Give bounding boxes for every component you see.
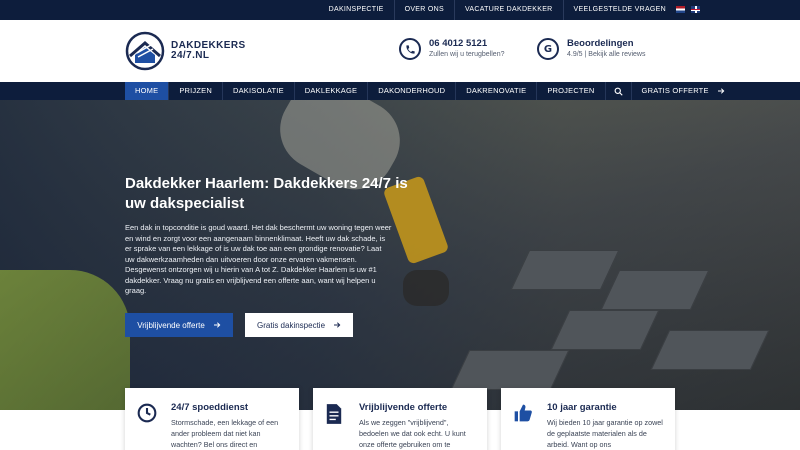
- thumbs-up-icon: [513, 403, 535, 450]
- nav-item-dakrenovatie[interactable]: DAKRENOVATIE: [456, 82, 538, 100]
- topbar-link-dakinspectie[interactable]: DAKINSPECTIE: [319, 0, 394, 20]
- search-icon: [614, 87, 623, 96]
- topbar-link-faq[interactable]: VEELGESTELDE VRAGEN: [562, 0, 676, 20]
- phone-number[interactable]: 06 4012 5121: [429, 38, 505, 49]
- nav-item-dakonderhoud[interactable]: DAKONDERHOUD: [368, 82, 457, 100]
- hero-description: Een dak in topconditie is goud waard. He…: [125, 223, 392, 295]
- card-body: 10 jaar garantie Wij bieden 10 jaar gara…: [547, 402, 663, 450]
- site-logo[interactable]: DAKDEKKERS 24/7.NL: [125, 31, 246, 71]
- roof-shingle: [510, 250, 620, 290]
- arrow-right-icon: [717, 88, 725, 94]
- roof-shingle: [600, 270, 710, 310]
- nav-cta-label: GRATIS OFFERTE: [641, 86, 709, 95]
- reviews-text: Beoordelingen 4.9/5 | Bekijk alle review…: [567, 38, 645, 60]
- arrow-right-icon: [334, 322, 341, 328]
- phone-icon: [399, 38, 421, 60]
- card-body: Vrijblijvende offerte Als we zeggen "vri…: [359, 402, 475, 450]
- nl-flag-icon[interactable]: [676, 6, 685, 13]
- gratis-dakinspectie-button[interactable]: Gratis dakinspectie: [245, 313, 353, 337]
- card-text: Wij bieden 10 jaar garantie op zowel de …: [547, 418, 663, 449]
- main-nav: HOME PRIJZEN DAKISOLATIE DAKLEKKAGE DAKO…: [0, 82, 800, 100]
- topbar-link-vacature[interactable]: VACATURE DAKDEKKER: [453, 0, 563, 20]
- arrow-right-icon: [213, 322, 221, 328]
- logo-line-2: 24/7.NL: [171, 50, 210, 61]
- nav-items: HOME PRIJZEN DAKISOLATIE DAKLEKKAGE DAKO…: [125, 82, 735, 100]
- card-title: Vrijblijvende offerte: [359, 402, 448, 413]
- card-text: Stormschade, een lekkage of een ander pr…: [171, 418, 279, 449]
- document-icon: [325, 403, 347, 450]
- reviews-contact[interactable]: G Beoordelingen 4.9/5 | Bekijk alle revi…: [537, 38, 645, 60]
- topbar-link-over-ons[interactable]: OVER ONS: [393, 0, 454, 20]
- google-icon: G: [537, 38, 559, 60]
- clock-icon: [137, 403, 159, 450]
- site-header: DAKDEKKERS 24/7.NL 06 4012 5121 Zullen w…: [0, 20, 800, 82]
- feature-card-spoeddienst: 24/7 spoeddienst Stormschade, een lekkag…: [125, 388, 299, 450]
- hero-title: Dakdekker Haarlem: Dakdekkers 24/7 is uw…: [125, 174, 425, 214]
- en-flag-icon[interactable]: [691, 6, 700, 13]
- hero-title-bold: Dakdekker Haarlem:: [125, 175, 270, 192]
- roof-shingle: [450, 350, 570, 390]
- nav-item-dakisolatie[interactable]: DAKISOLATIE: [223, 82, 295, 100]
- reviews-title: Beoordelingen: [567, 38, 634, 49]
- card-text: Als we zeggen "vrijblijvend", bedoelen w…: [359, 418, 466, 449]
- card-title: 24/7 spoeddienst: [171, 402, 249, 413]
- roof-shingle: [650, 330, 770, 370]
- phone-contact[interactable]: 06 4012 5121 Zullen wij u terugbellen?: [399, 38, 505, 60]
- nav-item-projecten[interactable]: PROJECTEN: [537, 82, 606, 100]
- card-title: 10 jaar garantie: [547, 402, 617, 413]
- phone-text: 06 4012 5121 Zullen wij u terugbellen?: [429, 38, 505, 60]
- nav-cta-gratis-offerte[interactable]: GRATIS OFFERTE: [632, 82, 735, 100]
- feature-card-garantie: 10 jaar garantie Wij bieden 10 jaar gara…: [501, 388, 675, 450]
- btn-secondary-label: Gratis dakinspectie: [256, 320, 326, 330]
- card-body: 24/7 spoeddienst Stormschade, een lekkag…: [171, 402, 287, 450]
- nail-gun-magazine: [403, 270, 449, 306]
- vrijblijvende-offerte-button[interactable]: Vrijblijvende offerte: [125, 313, 233, 337]
- feature-cards: 24/7 spoeddienst Stormschade, een lekkag…: [0, 388, 800, 450]
- top-links: DAKINSPECTIE OVER ONS VACATURE DAKDEKKER…: [319, 0, 676, 20]
- nav-item-home[interactable]: HOME: [125, 82, 170, 100]
- top-utility-bar: DAKINSPECTIE OVER ONS VACATURE DAKDEKKER…: [0, 0, 800, 20]
- feature-card-offerte: Vrijblijvende offerte Als we zeggen "vri…: [313, 388, 487, 450]
- nav-search-button[interactable]: [606, 82, 632, 100]
- house-roof-logo-icon: [125, 31, 165, 71]
- roof-shingle: [550, 310, 660, 350]
- nav-item-daklekkage[interactable]: DAKLEKKAGE: [295, 82, 369, 100]
- reviews-link[interactable]: 4.9/5 | Bekijk alle reviews: [567, 49, 645, 60]
- nav-item-prijzen[interactable]: PRIJZEN: [169, 82, 223, 100]
- language-switcher: [676, 6, 700, 13]
- callback-link[interactable]: Zullen wij u terugbellen?: [429, 49, 505, 60]
- hero-section: Dakdekker Haarlem: Dakdekkers 24/7 is uw…: [0, 100, 800, 410]
- btn-primary-label: Vrijblijvende offerte: [137, 320, 205, 330]
- logo-wordmark: DAKDEKKERS 24/7.NL: [171, 41, 246, 61]
